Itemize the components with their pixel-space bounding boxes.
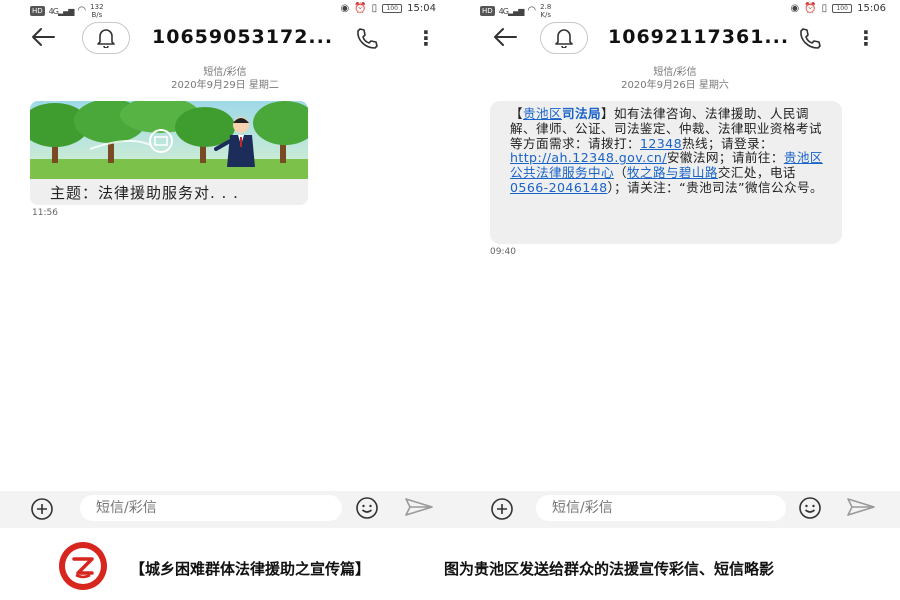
- net-speed-value: 2.8: [540, 3, 552, 11]
- alarm-icon: ⏰: [354, 2, 367, 14]
- net-speed-unit: K/s: [540, 11, 552, 19]
- sms-text-part5: 交汇处，电话: [717, 165, 796, 181]
- send-icon[interactable]: [404, 497, 436, 521]
- emoji-icon[interactable]: [798, 496, 826, 522]
- message-type-label: 短信/彩信: [653, 67, 697, 78]
- sms-text-part6: ）；请关注：“贵池司法”微信公众号。: [607, 179, 823, 195]
- sms-bracket-open: 【: [510, 106, 523, 121]
- sms-road-link[interactable]: 牧之路与碧山路: [627, 165, 718, 180]
- alarm-icon: ⏰: [804, 2, 817, 14]
- status-bar: HD 4G▂▄▆ ◠ 2.8 K/s ◉ ⏰ ▯ 100 15:06: [450, 0, 900, 20]
- phone-call-icon[interactable]: [355, 26, 383, 54]
- back-arrow-icon[interactable]: [30, 26, 60, 52]
- network-type: 4G: [48, 6, 59, 16]
- wifi-icon: ◠: [77, 5, 87, 16]
- battery-icon: 100: [832, 4, 853, 13]
- bell-icon: [97, 29, 115, 48]
- signal-icon: 4G▂▄▆: [48, 6, 75, 16]
- contact-number: 10692117361...: [608, 26, 790, 48]
- add-attachment-icon[interactable]: [490, 497, 518, 523]
- net-speed: 132 B/s: [90, 3, 103, 19]
- mms-image[interactable]: [30, 101, 308, 179]
- sms-sender-org[interactable]: 司法局: [562, 106, 601, 121]
- message-time: 09:40: [490, 247, 516, 257]
- message-input[interactable]: [536, 495, 786, 521]
- date-header: 短信/彩信 2020年9月26日 星期六: [450, 66, 900, 92]
- message-date: 2020年9月29日 星期二: [171, 80, 279, 91]
- sms-sender-place-link[interactable]: 贵池区: [523, 106, 562, 121]
- phone-call-icon[interactable]: [798, 26, 826, 54]
- vibrate-icon: ▯: [821, 2, 828, 14]
- signal-icon: 4G▂▄▆: [498, 6, 525, 16]
- seal-logo-icon: [59, 542, 107, 590]
- message-composer: [450, 491, 900, 528]
- emoji-icon[interactable]: [355, 496, 383, 522]
- send-icon[interactable]: [846, 497, 878, 521]
- right-phone-screen: HD 4G▂▄▆ ◠ 2.8 K/s ◉ ⏰ ▯ 100 15:06 10692…: [450, 0, 900, 528]
- hd-badge: HD: [480, 6, 495, 16]
- message-time: 11:56: [32, 208, 58, 218]
- sms-hotline-link[interactable]: 12348: [640, 136, 682, 151]
- add-attachment-icon[interactable]: [30, 497, 58, 523]
- notification-bell-button[interactable]: [540, 22, 588, 54]
- net-speed-value: 132: [90, 3, 104, 11]
- status-time: 15:06: [857, 3, 886, 14]
- eye-comfort-icon: ◉: [340, 2, 350, 14]
- sms-text-part3: 安徽法网；请前往：: [666, 150, 784, 166]
- message-input[interactable]: [80, 495, 342, 521]
- net-speed: 2.8 K/s: [540, 3, 551, 19]
- caption-bar: 【城乡困难群体法律援助之宣传篇】 图为贵池区发送给群众的法援宣传彩信、短信略影: [0, 528, 900, 600]
- back-arrow-icon[interactable]: [492, 26, 522, 52]
- status-bar: HD 4G▂▄▆ ◠ 132 B/s ◉ ⏰ ▯ 100 15:04: [0, 0, 450, 20]
- date-header: 短信/彩信 2020年9月29日 星期二: [0, 66, 450, 92]
- eye-comfort-icon: ◉: [790, 2, 800, 14]
- caption-text: 图为贵池区发送给群众的法援宣传彩信、短信略影: [444, 560, 775, 578]
- sms-url-link[interactable]: http://ah.12348.gov.cn/: [510, 150, 667, 165]
- left-phone-screen: HD 4G▂▄▆ ◠ 132 B/s ◉ ⏰ ▯ 100 15:04 10659…: [0, 0, 450, 528]
- network-type: 4G: [498, 6, 509, 16]
- more-options-icon[interactable]: ⋮: [416, 25, 436, 53]
- message-type-label: 短信/彩信: [203, 67, 247, 78]
- sms-text-part4: （: [613, 165, 627, 181]
- hd-badge: HD: [30, 6, 45, 16]
- battery-icon: 100: [382, 4, 403, 13]
- wifi-icon: ◠: [527, 5, 537, 16]
- more-options-icon[interactable]: ⋮: [856, 25, 876, 53]
- bell-icon: [555, 29, 573, 48]
- contact-number: 10659053172...: [152, 26, 334, 48]
- conversation-header: 10692117361... ⋮: [450, 20, 900, 58]
- mms-bubble[interactable]: 主题：法律援助服务对. . .: [30, 101, 308, 205]
- vibrate-icon: ▯: [371, 2, 378, 14]
- conversation-header: 10659053172... ⋮: [0, 20, 450, 58]
- status-time: 15:04: [407, 3, 436, 14]
- mms-subject: 主题：法律援助服务对. . .: [50, 184, 239, 202]
- net-speed-unit: B/s: [91, 11, 103, 19]
- notification-bell-button[interactable]: [82, 22, 130, 54]
- sms-text-part2: 热线；请登录：: [682, 135, 773, 151]
- sms-bubble[interactable]: 【贵池区司法局】如有法律咨询、法律援助、人民调解、律师、公证、司法鉴定、仲裁、法…: [490, 101, 842, 244]
- message-composer: [0, 491, 450, 528]
- message-date: 2020年9月26日 星期六: [621, 80, 729, 91]
- caption-title: 【城乡困难群体法律援助之宣传篇】: [130, 560, 371, 578]
- sms-phone-link[interactable]: 0566-2046148: [510, 180, 607, 195]
